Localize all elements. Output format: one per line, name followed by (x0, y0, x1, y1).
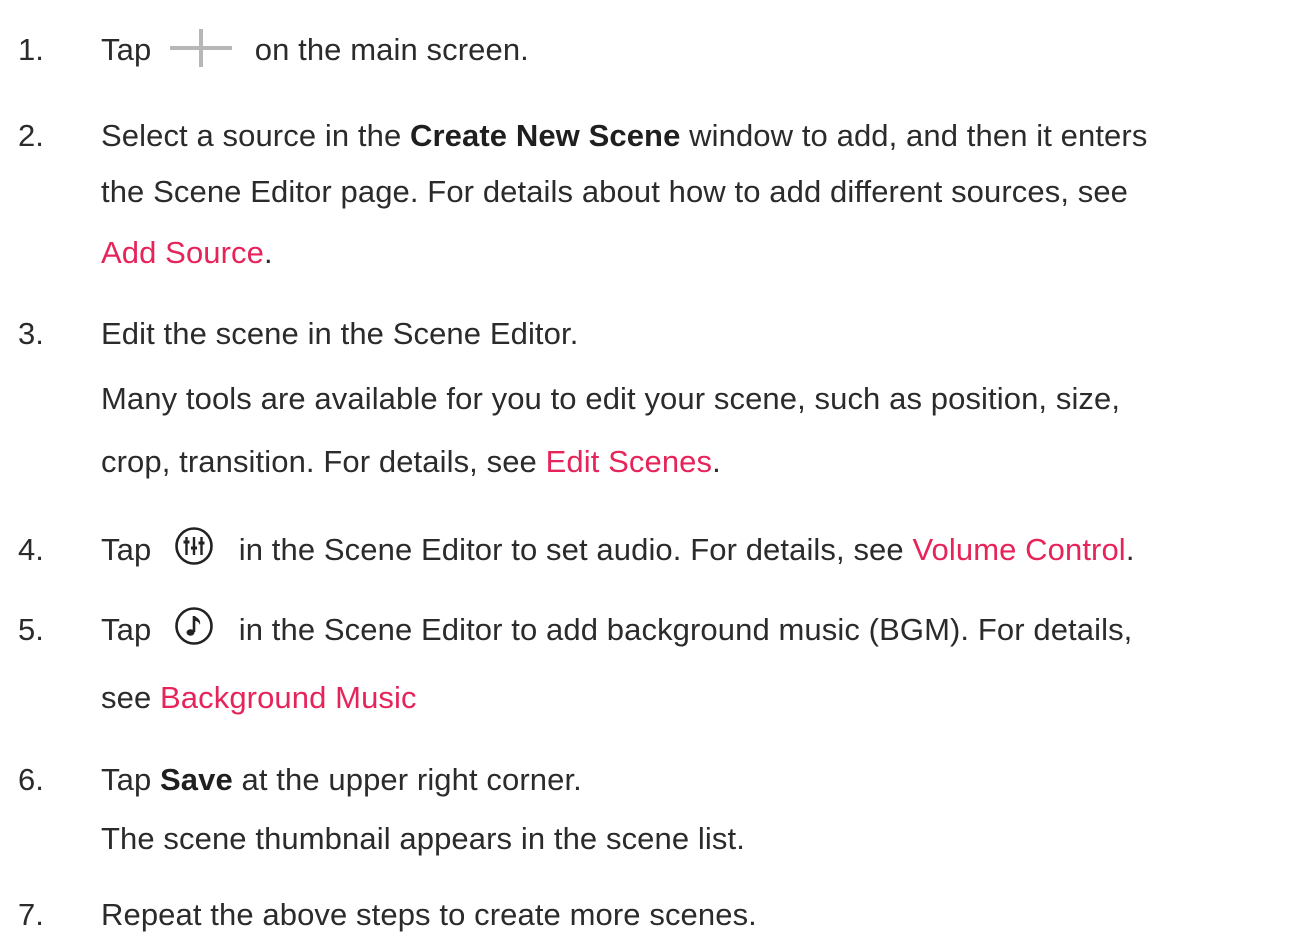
step-5-text-pre: Tap (101, 612, 152, 647)
step-1-line: Tap on the main screen. (101, 28, 529, 71)
instruction-steps: 1. Tap on the main screen. 2. Select a s… (0, 0, 1303, 940)
step-4-period: . (1125, 532, 1135, 567)
step-5-text-post: in the Scene Editor to add background mu… (238, 612, 1133, 647)
step-4-text-post: in the Scene Editor to set audio. For de… (238, 532, 913, 567)
plus-icon (170, 28, 233, 67)
step-6-text-post: at the upper right corner. (232, 762, 582, 797)
step-3-line-1: Edit the scene in the Scene Editor. (101, 316, 579, 351)
background-music-link[interactable]: Background Music (160, 680, 417, 715)
step-3-line-2: Many tools are available for you to edit… (101, 381, 1121, 416)
step-6-text-pre: Tap (101, 762, 160, 797)
step-3-line-3: crop, transition. For details, see Edit … (101, 442, 721, 482)
create-new-scene-label: Create New Scene (410, 118, 681, 153)
step-7-line: Repeat the above steps to create more sc… (101, 897, 757, 932)
add-source-link[interactable]: Add Source (101, 235, 264, 270)
step-2-text-pre: Select a source in the (101, 118, 411, 153)
step-2-line-1: Select a source in the Create New Scene … (101, 116, 1147, 156)
step-6-line-1: Tap Save at the upper right corner. (101, 760, 582, 800)
step-2-text-post: window to add, and then it enters (680, 118, 1148, 153)
step-number-5: 5. (18, 612, 44, 647)
step-2-line-3: Add Source. (101, 233, 273, 273)
step-1-text-post: on the main screen. (254, 32, 529, 67)
step-2-line-2: the Scene Editor page. For details about… (101, 174, 1129, 209)
step-number-7: 7. (18, 897, 44, 932)
step-number-1: 1. (18, 32, 44, 67)
step-3-period: . (712, 444, 721, 479)
step-number-6: 6. (18, 762, 44, 797)
step-3-text-pre: crop, transition. For details, see (101, 444, 546, 479)
music-note-icon (174, 606, 214, 646)
step-2-period: . (264, 235, 273, 270)
edit-scenes-link[interactable]: Edit Scenes (546, 444, 713, 479)
audio-mixer-icon (174, 526, 214, 566)
step-5-text-see: see (101, 680, 160, 715)
step-number-3: 3. (18, 316, 44, 351)
step-5-line-1: Tap in the Scene Editor to add backgroun… (101, 607, 1133, 652)
step-6-line-2: The scene thumbnail appears in the scene… (101, 821, 745, 856)
step-number-2: 2. (18, 118, 44, 153)
step-4-text-pre: Tap (101, 532, 152, 567)
step-4-line: Tap in the Scene Editor to set audio. Fo… (101, 527, 1135, 572)
save-label: Save (160, 762, 233, 797)
step-5-line-2: see Background Music (101, 678, 417, 718)
volume-control-link[interactable]: Volume Control (912, 532, 1125, 567)
step-number-4: 4. (18, 532, 44, 567)
step-1-text-pre: Tap (101, 32, 152, 67)
